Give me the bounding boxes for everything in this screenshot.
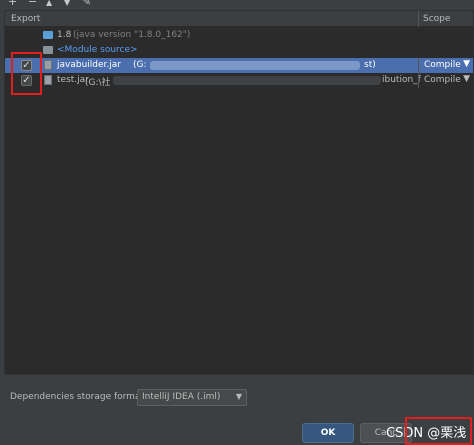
javabuilder-path-start: (G: [133, 60, 147, 70]
scope-value: Compile [424, 60, 461, 70]
move-up-icon[interactable]: ▲ [46, 0, 52, 8]
jar-icon [44, 75, 52, 85]
module-folder-icon [43, 46, 53, 54]
add-icon[interactable]: + [8, 0, 17, 7]
jdk-version: (java version "1.8.0_162") [73, 30, 191, 40]
test-path-start: (G:\社 [85, 78, 111, 88]
javabuilder-jar-name: javabuilder.jar [57, 60, 121, 70]
javabuilder-jar-row[interactable]: ✓ javabuilder.jar (G: st) Compile ▼ [5, 58, 473, 73]
test-jar-row[interactable]: ✓ test.jar (G:\社 ibution_f Compile ▼ [5, 73, 473, 88]
table-header: Export Scope [5, 11, 473, 27]
jdk-name: 1.8 [57, 30, 72, 40]
storage-format-dropdown[interactable]: IntelliJ IDEA (.iml) ▼ [137, 389, 247, 406]
storage-format-label: Dependencies storage format: [10, 392, 148, 402]
export-column-header[interactable]: Export [11, 14, 40, 24]
test-path-end: ibution_f [382, 75, 421, 85]
jdk-folder-icon [43, 31, 53, 39]
edit-icon[interactable]: ✎ [82, 0, 91, 7]
module-source-label: <Module source> [57, 45, 138, 55]
ok-button[interactable]: OK [302, 423, 354, 443]
jar-icon [44, 60, 52, 70]
chevron-down-icon: ▼ [235, 392, 242, 401]
javabuilder-path-end: st) [364, 60, 376, 70]
header-divider [418, 11, 419, 27]
annotation-highlight-bottom [405, 417, 472, 445]
redacted-path [150, 61, 360, 70]
annotation-highlight-checkboxes [11, 52, 42, 95]
jdk-row[interactable]: 1.8 (java version "1.8.0_162") [5, 28, 473, 43]
dependencies-table: Export Scope 1.8 (java version "1.8.0_16… [4, 10, 474, 375]
redacted-path [113, 76, 381, 85]
storage-format-value: IntelliJ IDEA (.iml) [142, 392, 221, 402]
scope-value: Compile [424, 75, 461, 85]
toolbar: + − ▲ ▼ ✎ [0, 0, 474, 10]
remove-icon[interactable]: − [28, 0, 37, 7]
scope-dropdown-javabuilder[interactable]: Compile ▼ [419, 58, 473, 73]
scope-column-header[interactable]: Scope [423, 14, 450, 24]
scope-dropdown-test[interactable]: Compile ▼ [419, 73, 473, 88]
chevron-down-icon: ▼ [463, 74, 470, 84]
chevron-down-icon: ▼ [463, 59, 470, 69]
move-down-icon[interactable]: ▼ [64, 0, 70, 8]
module-source-row[interactable]: <Module source> [5, 43, 473, 58]
